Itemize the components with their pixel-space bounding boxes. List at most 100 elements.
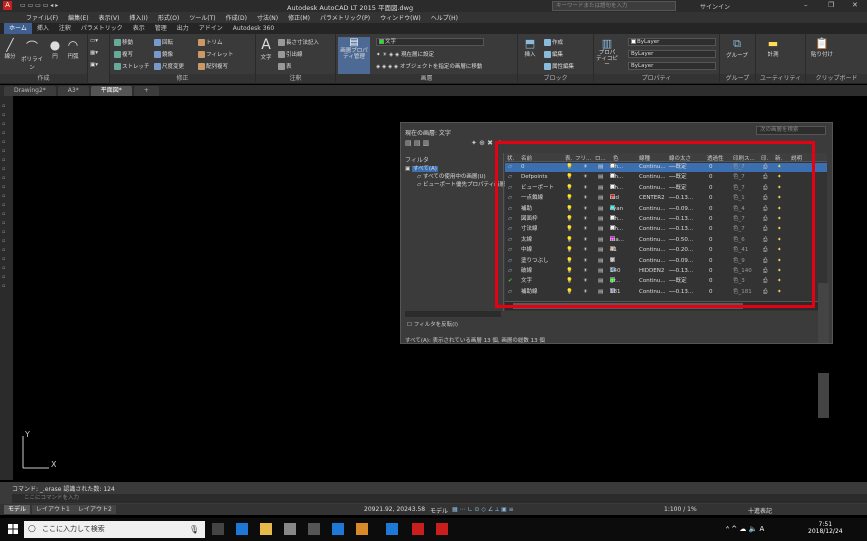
menu-tools[interactable]: ツール(T): [189, 13, 215, 22]
invert-filter-checkbox[interactable]: ☐ フィルタを反転(I): [407, 320, 458, 328]
app-icon-2[interactable]: [356, 523, 368, 535]
edge-icon[interactable]: [236, 523, 248, 535]
close-icon[interactable]: ✕: [852, 1, 858, 9]
menu-view[interactable]: 表示(V): [99, 13, 120, 22]
tree-item-used[interactable]: ▱ すべての使用中の画層(U): [405, 173, 503, 181]
menu-insert[interactable]: 挿入(I): [129, 13, 147, 22]
move-button[interactable]: 移動: [114, 38, 133, 46]
utilities-panel-label[interactable]: ユーティリティ: [756, 74, 805, 83]
text-button[interactable]: A 文字: [258, 37, 274, 61]
rectangle-icon[interactable]: ▭▾: [90, 38, 98, 44]
copy-button[interactable]: 複写: [114, 50, 133, 58]
layout-tab-layout1[interactable]: レイアウト1: [32, 505, 74, 514]
stretch-button[interactable]: ストレッチ: [114, 62, 150, 70]
leader-button[interactable]: 引出線: [278, 50, 303, 58]
quick-access-icons[interactable]: ▭ ▭ ▭ ▭ ◂ ▸: [20, 2, 58, 9]
microphone-icon[interactable]: 🎙: [189, 521, 199, 538]
doc-tab-a3[interactable]: A3*: [57, 86, 89, 96]
annotation-scale[interactable]: 1:100 / 1%: [664, 506, 697, 513]
fillet-button[interactable]: フィレット: [198, 50, 233, 58]
modify-panel-label[interactable]: 修正: [110, 74, 255, 83]
left-palette-strip[interactable]: ▫ ▫ ▫ ▫ ▫ ▫ ▫ ▫ ▫ ▫ ▫ ▫ ▫ ▫ ▫ ▫ ▫ ▫ ▫ ▫ ▫: [0, 96, 13, 480]
clipboard-panel-label[interactable]: クリップボード: [806, 74, 867, 83]
array-button[interactable]: 配列複写: [198, 62, 228, 70]
windows-start-icon[interactable]: [8, 524, 18, 534]
layers-panel-label[interactable]: 画層: [336, 74, 517, 83]
minimize-icon[interactable]: –: [804, 1, 808, 9]
annotation-panel-label[interactable]: 注釈: [256, 74, 335, 83]
explorer-icon[interactable]: [260, 523, 272, 535]
ie-icon[interactable]: [386, 523, 398, 535]
arc-button[interactable]: ◠ 円弧: [64, 38, 82, 60]
palette-icons[interactable]: ▫ ▫ ▫ ▫ ▫ ▫ ▫ ▫ ▫ ▫ ▫ ▫ ▫ ▫ ▫ ▫ ▫ ▫ ▫ ▫ ▫: [2, 102, 5, 291]
menu-format[interactable]: 形式(O): [158, 13, 179, 22]
help-search-input[interactable]: キーワードまたは語句を入力: [552, 1, 676, 11]
insert-block-button[interactable]: ⬒ 挿入: [520, 37, 540, 58]
menu-modify[interactable]: 修正(M): [288, 13, 310, 22]
doc-tab-plan[interactable]: 平面図*: [90, 86, 132, 96]
tree-scrollbar[interactable]: [405, 311, 501, 317]
tab-view[interactable]: 表示: [128, 23, 150, 34]
menu-file[interactable]: ファイル(F): [26, 13, 58, 22]
tab-output[interactable]: 出力: [172, 23, 194, 34]
layout-tab-layout2[interactable]: レイアウト2: [74, 505, 116, 514]
tab-home[interactable]: ホーム: [4, 23, 32, 34]
menu-edit[interactable]: 編集(E): [68, 13, 88, 22]
filter-toolbar-icons[interactable]: ▤ ▤ ▥: [405, 139, 429, 147]
line-button[interactable]: ╱ 線分: [2, 38, 18, 60]
menu-parametric[interactable]: パラメトリック(P): [320, 13, 370, 22]
layer-properties-button[interactable]: ▤ 画層プロパティ管理: [338, 37, 370, 74]
rotate-button[interactable]: 回転: [154, 38, 173, 46]
measure-button[interactable]: ▬ 計測: [758, 37, 788, 58]
task-view-icon[interactable]: [212, 523, 224, 535]
properties-palette-side-title[interactable]: [818, 373, 829, 418]
autocad-logo-icon[interactable]: A: [3, 1, 12, 10]
units-readout[interactable]: 十進表記: [748, 506, 772, 515]
tab-annotate[interactable]: 注釈: [54, 23, 76, 34]
match-properties-button[interactable]: ▥ プロパティコピー: [596, 37, 618, 68]
groups-panel-label[interactable]: グループ: [720, 74, 755, 83]
tab-manage[interactable]: 管理: [150, 23, 172, 34]
create-block-button[interactable]: 作成: [544, 38, 563, 46]
clock[interactable]: 7:51 2018/12/24: [808, 521, 843, 535]
edit-attribute-button[interactable]: 属性編集: [544, 62, 574, 70]
status-toggle-icons[interactable]: ▦ ⋯ ∟ ⊙ ◇ ∠ ⟂ ▣ ≡: [452, 506, 514, 514]
app-icon-1[interactable]: [332, 523, 344, 535]
set-current-layer-button[interactable]: ✦ ☀ ◈ ◈ 現在層に設定: [376, 50, 434, 58]
autocad-task-icon[interactable]: [412, 523, 424, 535]
circle-button[interactable]: ● 円: [48, 38, 62, 60]
new-tab-button[interactable]: +: [133, 86, 159, 96]
edit-block-button[interactable]: 編集: [544, 50, 563, 58]
signin-button[interactable]: サインイン: [700, 2, 730, 11]
doc-tab-drawing2[interactable]: Drawing2*: [4, 86, 56, 96]
menu-window[interactable]: ウィンドウ(W): [380, 13, 421, 22]
tray-icons[interactable]: ᴬ ^ ☁ 🔈 A: [726, 525, 764, 533]
properties-panel-label[interactable]: プロパティ: [594, 74, 719, 83]
paste-button[interactable]: 📋 貼り付け: [808, 37, 836, 58]
polyline-button[interactable]: ⌒ ポリライン: [20, 38, 44, 71]
store-icon[interactable]: [308, 523, 320, 535]
block-panel-label[interactable]: ブロック: [518, 74, 593, 83]
color-combo[interactable]: ByLayer: [628, 38, 716, 46]
command-input[interactable]: ここにコマンドを入力: [12, 494, 867, 503]
mirror-button[interactable]: 鏡像: [154, 50, 173, 58]
scale-button[interactable]: 尺度変更: [154, 62, 184, 70]
menu-draw[interactable]: 作成(D): [226, 13, 247, 22]
menu-help[interactable]: ヘルプ(H): [431, 13, 458, 22]
draw-panel-label[interactable]: 作成: [0, 74, 87, 83]
app-icon-3[interactable]: [436, 523, 448, 535]
mail-icon[interactable]: [284, 523, 296, 535]
region-icon[interactable]: ▣▾: [90, 62, 98, 68]
layout-tab-model[interactable]: モデル: [4, 505, 31, 514]
tree-item-viewport[interactable]: ▱ ビューポート優先プロパティ画層: [405, 181, 505, 189]
tab-insert[interactable]: 挿入: [32, 23, 54, 34]
model-space-button[interactable]: モデル: [430, 506, 448, 515]
tab-parametric[interactable]: パラメトリック: [76, 23, 128, 34]
move-to-layer-button[interactable]: ◈ ◈ ◈ ◈ オブジェクトを指定の画層に移動: [376, 62, 482, 70]
linetype-combo[interactable]: ByLayer: [628, 62, 716, 70]
hatch-icon[interactable]: ▦▾: [90, 50, 98, 56]
menu-dimension[interactable]: 寸法(N): [257, 13, 278, 22]
layer-search-input[interactable]: 次の画層を検索: [756, 126, 826, 135]
lineweight-combo[interactable]: ByLayer: [628, 50, 716, 58]
tree-item-all[interactable]: ▣ すべて(A): [405, 165, 503, 173]
